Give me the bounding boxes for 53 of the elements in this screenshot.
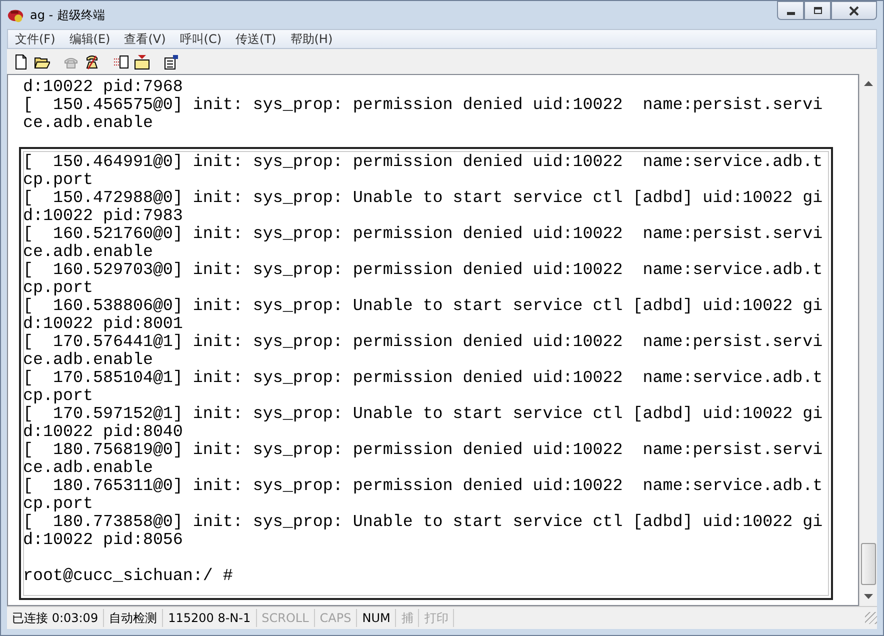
status-field: 自动检测 [104, 609, 164, 627]
terminal-line: cp.port [23, 496, 93, 514]
terminal-line: cp.port [23, 280, 93, 298]
menu-item[interactable]: 传送(T) [228, 30, 284, 48]
status-field: 已连接 0:03:09 [7, 609, 104, 627]
menu-item[interactable]: 查看(V) [117, 30, 173, 48]
status-field: 115200 8-N-1 [163, 609, 257, 627]
terminal-line: [ 170.597152@1] init: sys_prop: Unable to start service ctl [adbd] uid:10022 gi [23, 406, 824, 424]
status-field: CAPS [314, 609, 358, 627]
terminal-line: d:10022 pid:8056 [23, 532, 184, 550]
menu-item[interactable]: 文件(F) [8, 30, 62, 48]
terminal-line: [ 160.521760@0] init: sys_prop: permission denied uid:10022 name:persist.servi [23, 226, 824, 244]
terminal-screen[interactable] [7, 74, 859, 606]
scroll-up-icon[interactable] [864, 81, 873, 86]
terminal-line: [ 160.529703@0] init: sys_prop: permission denied uid:10022 name:service.adb.t [23, 262, 824, 280]
scroll-down-icon[interactable] [864, 594, 873, 599]
menu-item[interactable]: 呼叫(C) [172, 30, 229, 48]
close-button[interactable] [831, 1, 877, 20]
terminal-line: d:10022 pid:8001 [23, 316, 184, 334]
terminal-line: [ 160.538806@0] init: sys_prop: Unable to start service ctl [adbd] uid:10022 gi [23, 298, 824, 316]
terminal-line: d:10022 pid:7983 [23, 208, 184, 226]
terminal-line: ce.adb.enable [23, 244, 153, 262]
window-title: ag - 超级终端 [30, 6, 105, 24]
status-field: NUM [357, 609, 396, 627]
resize-grip[interactable] [865, 612, 877, 624]
terminal-prompt: root@cucc_sichuan:/ # [23, 568, 234, 586]
menu-item[interactable]: 帮助(H) [283, 30, 340, 48]
terminal-line: ce.adb.enable [23, 352, 153, 370]
terminal-line: d:10022 pid:7968 [23, 79, 184, 97]
maximize-button[interactable] [804, 1, 831, 20]
status-field: 捕 [396, 609, 420, 627]
terminal-line: ce.adb.enable [23, 460, 153, 478]
terminal-line: [ 180.765311@0] init: sys_prop: permission denied uid:10022 name:service.adb.t [23, 478, 824, 496]
terminal-line: d:10022 pid:8040 [23, 424, 184, 442]
terminal-line: [ 150.464991@0] init: sys_prop: permission denied uid:10022 name:service.adb.t [23, 154, 824, 172]
status-field: 打印 [419, 609, 454, 627]
terminal-line: [ 170.576441@1] init: sys_prop: permission denied uid:10022 name:persist.servi [23, 334, 824, 352]
terminal-line: ce.adb.enable [23, 115, 154, 133]
terminal-line: [ 170.585104@1] init: sys_prop: permission denied uid:10022 name:service.adb.t [23, 370, 824, 388]
status-field: SCROLL [256, 609, 315, 627]
terminal-line: cp.port [23, 388, 93, 406]
terminal-line: [ 180.756819@0] init: sys_prop: permission denied uid:10022 name:persist.servi [23, 442, 824, 460]
terminal-line: cp.port [23, 172, 93, 190]
terminal-line: [ 180.773858@0] init: sys_prop: Unable to start service ctl [adbd] uid:10022 gi [23, 514, 824, 532]
menu-item[interactable]: 编辑(E) [62, 30, 118, 48]
scroll-thumb[interactable] [861, 543, 876, 585]
minimize-icon [786, 12, 794, 15]
close-icon [848, 6, 860, 16]
maximize-icon [812, 6, 824, 16]
vertical-scrollbar[interactable] [859, 74, 877, 606]
terminal-line: [ 150.472988@0] init: sys_prop: Unable to start service ctl [adbd] uid:10022 gi [23, 190, 824, 208]
terminal-line: [ 150.456575@0] init: sys_prop: permission denied uid:10022 name:persist.servi [23, 97, 824, 115]
minimize-button[interactable] [777, 1, 804, 20]
